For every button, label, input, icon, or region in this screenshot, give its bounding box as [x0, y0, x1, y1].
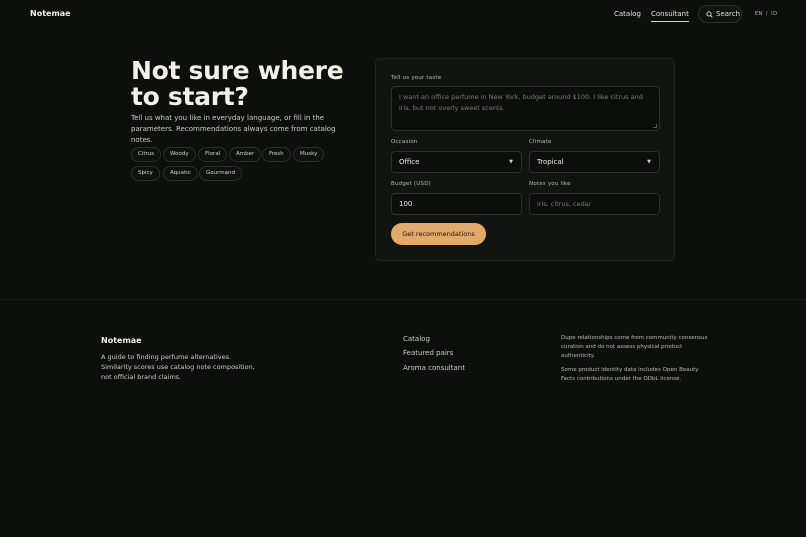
occasion-value: Office — [399, 158, 420, 166]
chip-amber[interactable]: Amber — [229, 147, 262, 162]
footer-description: A guide to finding perfume alternatives.… — [101, 353, 255, 381]
climate-select[interactable]: Tropical ▼ — [529, 151, 660, 173]
consultant-form: Tell us your taste I want an office perf… — [375, 58, 675, 261]
chip-gourmand[interactable]: Gourmand — [199, 166, 242, 181]
budget-label: Budget (USD) — [391, 181, 431, 187]
chevron-down-icon: ▼ — [647, 159, 651, 165]
climate-label: Climate — [529, 139, 552, 145]
chip-spicy[interactable]: Spicy — [131, 166, 160, 181]
footer-link-aroma-consultant[interactable]: Aroma consultant — [403, 364, 465, 372]
brand-logo[interactable]: Notemae — [30, 9, 71, 18]
chip-musky[interactable]: Musky — [293, 147, 325, 162]
chevron-down-icon: ▼ — [509, 159, 513, 165]
hero-subtitle: Tell us what you like in everyday langua… — [131, 114, 336, 144]
footer-note-dupe: Dupe relationships come from community c… — [561, 335, 708, 359]
nav-link-catalog[interactable]: Catalog — [614, 10, 641, 18]
taste-label: Tell us your taste — [391, 75, 442, 81]
chip-floral[interactable]: Floral — [198, 147, 228, 162]
occasion-select[interactable]: Office ▼ — [391, 151, 522, 173]
nav-link-consultant[interactable]: Consultant — [651, 10, 689, 22]
footer-link-featured-pairs[interactable]: Featured pairs — [403, 349, 453, 357]
budget-value: 100 — [399, 200, 413, 208]
taste-placeholder: I want an office perfume in New York, bu… — [399, 93, 643, 112]
notes-placeholder: iris, citrus, cedar — [537, 200, 592, 208]
get-recommendations-button[interactable]: Get recommendations — [391, 223, 486, 245]
language-switcher: EN / ID — [755, 11, 777, 17]
search-icon — [706, 11, 713, 18]
notes-input[interactable]: iris, citrus, cedar — [529, 193, 660, 215]
lang-id[interactable]: ID — [771, 11, 777, 17]
lang-separator: / — [765, 11, 769, 17]
top-nav: Notemae Catalog Consultant Search EN / ID — [0, 0, 806, 28]
notes-label: Notes you like — [529, 181, 571, 187]
taste-textarea[interactable]: I want an office perfume in New York, bu… — [391, 86, 660, 131]
footer-divider — [0, 299, 806, 300]
budget-input[interactable]: 100 — [391, 193, 522, 215]
chip-woody[interactable]: Woody — [163, 147, 196, 162]
page-title: Not sure where to start? — [131, 56, 344, 111]
footer-note-license: Some product identity data includes Open… — [561, 367, 699, 382]
search-label: Search — [716, 10, 741, 18]
chip-citrus[interactable]: Citrus — [131, 147, 162, 162]
occasion-label: Occasion — [391, 139, 418, 145]
footer-brand[interactable]: Notemae — [101, 336, 142, 345]
climate-value: Tropical — [537, 158, 564, 166]
search-button[interactable]: Search — [698, 5, 742, 23]
chip-aquatic[interactable]: Aquatic — [163, 166, 198, 181]
chip-fresh[interactable]: Fresh — [262, 147, 291, 162]
lang-en[interactable]: EN — [755, 11, 763, 17]
resize-handle-icon[interactable] — [653, 124, 657, 128]
footer-link-catalog[interactable]: Catalog — [403, 335, 430, 343]
